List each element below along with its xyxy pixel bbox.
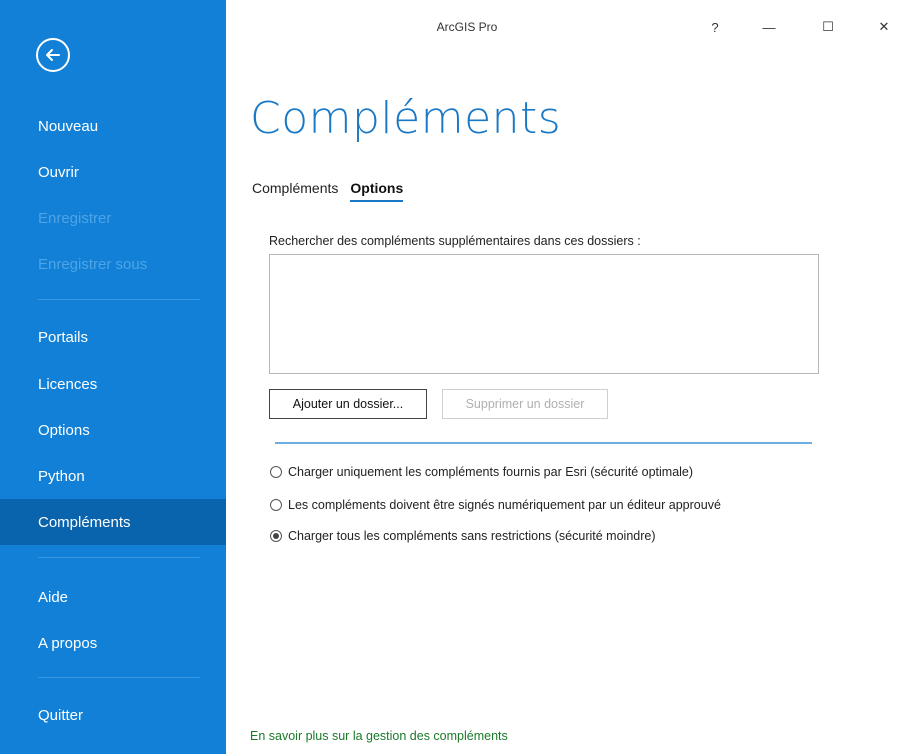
sidebar-item-a-propos[interactable]: A propos [0,620,226,666]
radio-button-checked[interactable] [270,530,282,542]
back-button[interactable] [36,38,70,72]
security-option-signed[interactable]: Les compléments doivent être signés numé… [270,498,721,512]
radio-label: Charger uniquement les compléments fourn… [288,465,694,479]
sidebar-item-quitter[interactable]: Quitter [0,692,226,738]
sidebar-item-enregistrer: Enregistrer [38,209,112,227]
sidebar-separator [38,557,200,558]
sidebar-item-python[interactable]: Python [0,453,226,499]
window-title: ArcGIS Pro [436,20,498,34]
back-arrow-icon [46,49,60,61]
search-folders-label: Rechercher des compléments supplémentair… [269,234,641,248]
add-folder-button[interactable]: Ajouter un dossier... [269,389,427,419]
backstage-sidebar: Nouveau Ouvrir Enregistrer Enregistrer s… [0,0,226,754]
page-title: Compléments [250,93,562,144]
sidebar-item-options[interactable]: Options [0,407,226,453]
learn-more-link[interactable]: En savoir plus sur la gestion des complé… [250,729,508,743]
sidebar-item-ouvrir[interactable]: Ouvrir [0,149,226,195]
folder-list[interactable] [269,254,819,374]
tab-bar: Compléments Options [252,180,404,202]
sidebar-item-enregistrer-sous: Enregistrer sous [38,255,148,273]
security-option-esri-only[interactable]: Charger uniquement les compléments fourn… [270,465,693,479]
close-button[interactable]: ✕ [869,14,899,40]
radio-button[interactable] [270,466,282,478]
sidebar-item-licences[interactable]: Licences [0,361,226,407]
sidebar-item-complements[interactable]: Compléments [0,499,226,545]
sidebar-separator [38,677,200,678]
sidebar-item-portails[interactable]: Portails [0,314,226,360]
section-divider [275,442,812,444]
maximize-button[interactable]: ☐ [813,14,843,40]
sidebar-item-nouveau[interactable]: Nouveau [0,103,226,149]
help-button[interactable]: ? [700,14,730,40]
security-option-all[interactable]: Charger tous les compléments sans restri… [270,529,656,543]
sidebar-item-aide[interactable]: Aide [0,574,226,620]
radio-label: Les compléments doivent être signés numé… [288,498,721,512]
minimize-button[interactable]: — [754,14,784,40]
tab-complements[interactable]: Compléments [252,180,338,202]
tab-options[interactable]: Options [350,180,404,202]
radio-label: Charger tous les compléments sans restri… [288,529,656,543]
title-bar: ArcGIS Pro ? — ☐ ✕ [226,0,908,40]
sidebar-separator [38,299,200,300]
radio-button[interactable] [270,499,282,511]
remove-folder-button: Supprimer un dossier [442,389,608,419]
